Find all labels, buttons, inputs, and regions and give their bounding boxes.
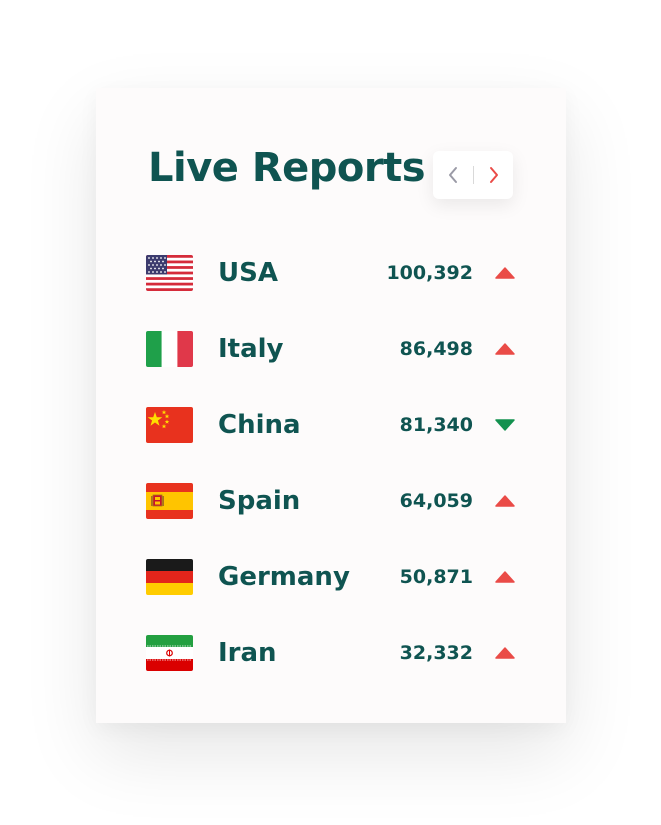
country-name: Italy (218, 334, 284, 364)
usa-flag-icon (146, 255, 193, 291)
list-item[interactable]: China 81,340 (146, 405, 516, 445)
list-item[interactable]: Germany 50,871 (146, 557, 516, 597)
pager-divider (472, 166, 474, 184)
chevron-left-icon (448, 167, 457, 183)
list-item[interactable]: Italy 86,498 (146, 329, 516, 369)
case-count: 81,340 (399, 414, 473, 436)
trend-up-icon (495, 495, 515, 507)
country-name: China (218, 410, 301, 440)
italy-flag-icon (146, 331, 193, 367)
case-count: 100,392 (386, 262, 473, 284)
trend-up-icon (495, 343, 515, 355)
spain-flag-icon (146, 483, 193, 519)
country-name: USA (218, 258, 278, 288)
country-name: Germany (218, 562, 350, 592)
widget-title: Live Reports (148, 145, 426, 191)
trend-down-icon (495, 419, 515, 431)
iran-flag-icon (146, 635, 193, 671)
country-name: Spain (218, 486, 301, 516)
trend-up-icon (495, 647, 515, 659)
germany-flag-icon (146, 559, 193, 595)
next-button[interactable] (480, 159, 508, 191)
pager-controls (433, 151, 513, 199)
case-count: 50,871 (399, 566, 473, 588)
live-reports-card: Live Reports USA 100,392 Italy 86,498 Ch… (96, 88, 566, 723)
case-count: 64,059 (399, 490, 473, 512)
trend-up-icon (495, 571, 515, 583)
list-item[interactable]: USA 100,392 (146, 253, 516, 293)
chevron-right-icon (489, 167, 498, 183)
case-count: 86,498 (399, 338, 473, 360)
trend-up-icon (495, 267, 515, 279)
list-item[interactable]: Spain 64,059 (146, 481, 516, 521)
country-name: Iran (218, 638, 277, 668)
list-item[interactable]: Iran 32,332 (146, 633, 516, 673)
china-flag-icon (146, 407, 193, 443)
case-count: 32,332 (399, 642, 473, 664)
prev-button[interactable] (439, 159, 467, 191)
